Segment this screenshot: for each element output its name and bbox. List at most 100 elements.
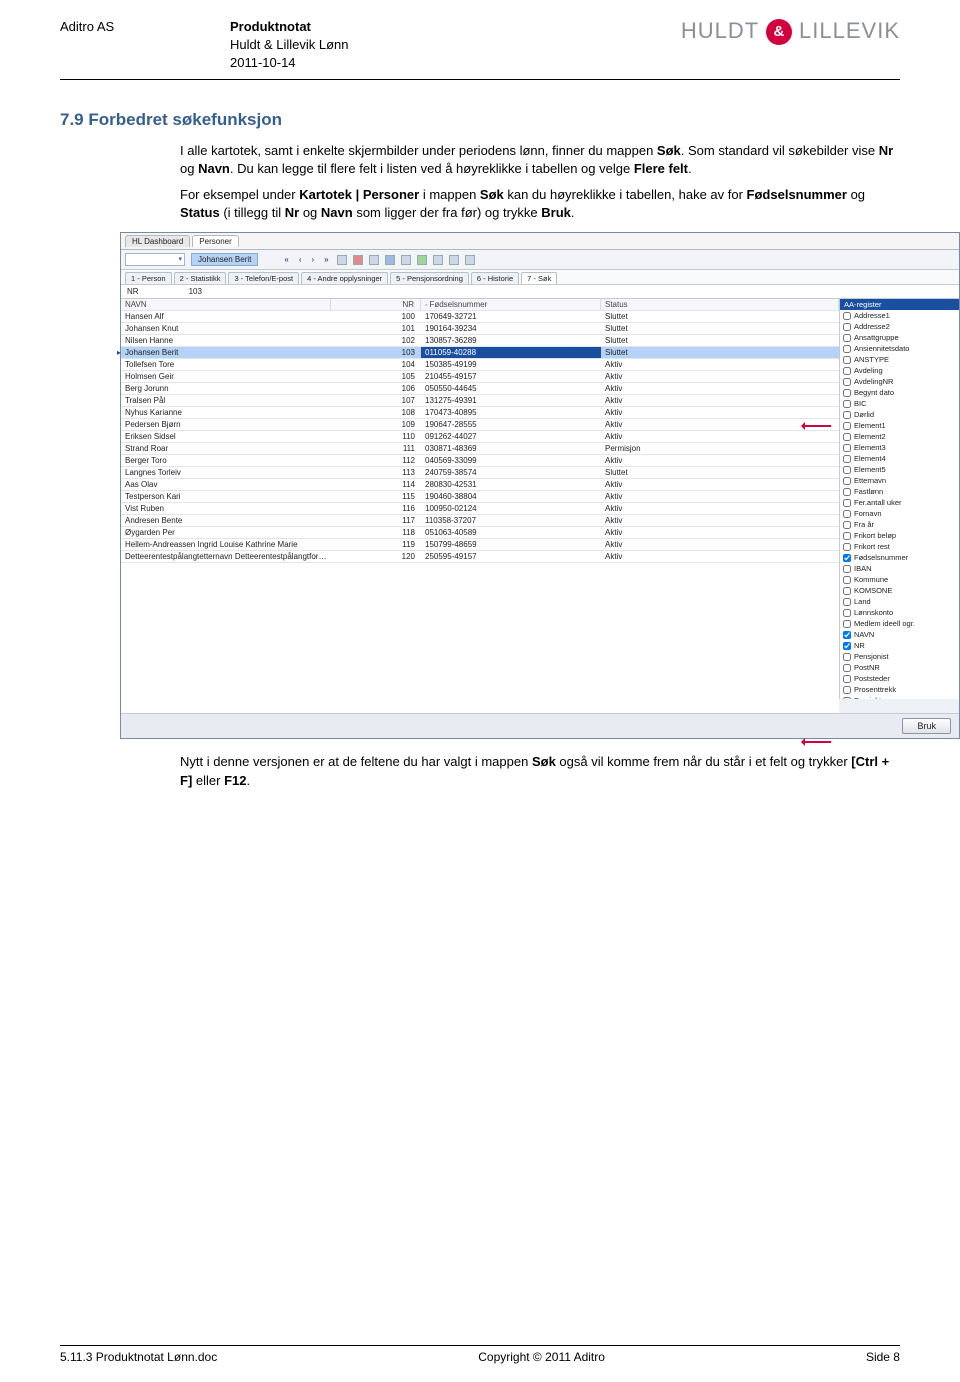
sub-tab[interactable]: 1 - Person: [125, 272, 172, 284]
nav-first-icon[interactable]: «: [282, 255, 290, 264]
toolbar-selected-name[interactable]: Johansen Berit: [191, 253, 258, 266]
toolbar-icon-7[interactable]: [433, 255, 443, 265]
field-option-checkbox[interactable]: [843, 389, 851, 397]
field-option-checkbox[interactable]: [843, 345, 851, 353]
toolbar-combo[interactable]: [125, 253, 185, 266]
table-row[interactable]: Tollefsen Tore104150385-49199Aktiv: [121, 359, 839, 371]
field-option[interactable]: NR: [840, 640, 959, 651]
toolbar-icon-5[interactable]: [401, 255, 411, 265]
field-option-checkbox[interactable]: [843, 400, 851, 408]
field-option-checkbox[interactable]: [843, 455, 851, 463]
field-option-checkbox[interactable]: [843, 323, 851, 331]
field-option[interactable]: Element4: [840, 453, 959, 464]
field-option-checkbox[interactable]: [843, 499, 851, 507]
field-option-checkbox[interactable]: [843, 422, 851, 430]
field-option-checkbox[interactable]: [843, 543, 851, 551]
table-row[interactable]: Nilsen Hanne102130857-36289Sluttet: [121, 335, 839, 347]
field-option[interactable]: Lønnskonto: [840, 607, 959, 618]
col-nr[interactable]: NR: [331, 299, 421, 310]
field-option-checkbox[interactable]: [843, 433, 851, 441]
field-option-checkbox[interactable]: [843, 532, 851, 540]
field-option[interactable]: Ansattgruppe: [840, 332, 959, 343]
table-row[interactable]: Holmsen Geir105210455-49157Aktiv: [121, 371, 839, 383]
table-row[interactable]: Detteerentestpålangtetternavn Detteerent…: [121, 551, 839, 563]
field-option[interactable]: Element5: [840, 464, 959, 475]
field-option[interactable]: AvdelingNR: [840, 376, 959, 387]
field-option[interactable]: Begynt dato: [840, 387, 959, 398]
field-option-checkbox[interactable]: [843, 488, 851, 496]
field-option[interactable]: Fødselsnummer: [840, 552, 959, 563]
table-row[interactable]: Strand Roar111030871-48369Permisjon: [121, 443, 839, 455]
field-option[interactable]: Element3: [840, 442, 959, 453]
sub-tab[interactable]: 4 - Andre opplysninger: [301, 272, 388, 284]
sub-tab[interactable]: 6 - Historie: [471, 272, 519, 284]
field-option[interactable]: Prosenttrekk: [840, 684, 959, 695]
field-option[interactable]: Dørlid: [840, 409, 959, 420]
col-status[interactable]: Status: [601, 299, 839, 310]
field-option-checkbox[interactable]: [843, 510, 851, 518]
field-option[interactable]: Etternavn: [840, 475, 959, 486]
toolbar-icon-8[interactable]: [449, 255, 459, 265]
field-option-checkbox[interactable]: [843, 378, 851, 386]
field-option-checkbox[interactable]: [843, 653, 851, 661]
field-option[interactable]: BIC: [840, 398, 959, 409]
field-option[interactable]: Ansiennitetsdato: [840, 343, 959, 354]
sub-tab[interactable]: 5 - Pensjonsordning: [390, 272, 469, 284]
table-row[interactable]: Øygarden Per118051063-40589Aktiv: [121, 527, 839, 539]
table-row[interactable]: Vist Ruben116100950-02124Aktiv: [121, 503, 839, 515]
table-row[interactable]: Aas Olav114280830-42531Aktiv: [121, 479, 839, 491]
nav-prev-icon[interactable]: ‹: [297, 255, 304, 264]
field-option[interactable]: Fastlønn: [840, 486, 959, 497]
field-option[interactable]: ANSTYPE: [840, 354, 959, 365]
field-option-checkbox[interactable]: [843, 367, 851, 375]
table-row[interactable]: Testperson Kari115190460-38804Aktiv: [121, 491, 839, 503]
field-option[interactable]: Avdeling: [840, 365, 959, 376]
field-option[interactable]: Land: [840, 596, 959, 607]
field-option-checkbox[interactable]: [843, 620, 851, 628]
field-option-checkbox[interactable]: [843, 609, 851, 617]
field-option[interactable]: Frikort beløp: [840, 530, 959, 541]
toolbar-icon-3[interactable]: [369, 255, 379, 265]
nav-next-icon[interactable]: ›: [310, 255, 317, 264]
table-row[interactable]: Nyhus Karianne108170473-40895Aktiv: [121, 407, 839, 419]
field-option[interactable]: Addresse2: [840, 321, 959, 332]
field-option-checkbox[interactable]: [843, 697, 851, 700]
field-option-checkbox[interactable]: [843, 675, 851, 683]
table-row[interactable]: Johansen Knut101190164-39234Sluttet: [121, 323, 839, 335]
field-option[interactable]: KOMSONE: [840, 585, 959, 596]
field-option[interactable]: Pensjonist: [840, 651, 959, 662]
field-option[interactable]: Addresse1: [840, 310, 959, 321]
field-option[interactable]: Fer.antall uker: [840, 497, 959, 508]
field-option-checkbox[interactable]: [843, 631, 851, 639]
field-option[interactable]: Kommune: [840, 574, 959, 585]
field-option-checkbox[interactable]: [843, 334, 851, 342]
bruk-button[interactable]: Bruk: [902, 718, 951, 734]
table-row[interactable]: Eriksen Sidsel110091262-44027Aktiv: [121, 431, 839, 443]
table-row[interactable]: Pedersen Bjørn109190647-28555Aktiv: [121, 419, 839, 431]
sub-tab[interactable]: 2 - Statistikk: [174, 272, 227, 284]
field-option[interactable]: Element2: [840, 431, 959, 442]
field-option-checkbox[interactable]: [843, 587, 851, 595]
field-option[interactable]: Prosjekt: [840, 695, 959, 699]
window-tab[interactable]: HL Dashboard: [125, 235, 190, 247]
field-option-checkbox[interactable]: [843, 554, 851, 562]
window-tab[interactable]: Personer: [192, 235, 238, 247]
sub-tab[interactable]: 3 - Telefon/E-post: [228, 272, 299, 284]
field-option[interactable]: Fornavn: [840, 508, 959, 519]
field-option[interactable]: IBAN: [840, 563, 959, 574]
toolbar-icon-4[interactable]: [385, 255, 395, 265]
table-row[interactable]: Hansen Alf100170649-32721Sluttet: [121, 311, 839, 323]
field-option-checkbox[interactable]: [843, 521, 851, 529]
col-fodselsnummer[interactable]: ◦ Fødselsnummer: [421, 299, 601, 310]
field-option[interactable]: Frikort rest: [840, 541, 959, 552]
nav-last-icon[interactable]: »: [322, 255, 330, 264]
toolbar-icon-1[interactable]: [337, 255, 347, 265]
table-row[interactable]: Hellem-Andreassen Ingrid Louise Kathrine…: [121, 539, 839, 551]
table-row[interactable]: Tralsen Pål107131275-49391Aktiv: [121, 395, 839, 407]
field-option[interactable]: Fra år: [840, 519, 959, 530]
field-option-checkbox[interactable]: [843, 477, 851, 485]
field-option-checkbox[interactable]: [843, 356, 851, 364]
sub-tab[interactable]: 7 - Søk: [521, 272, 557, 284]
field-option-checkbox[interactable]: [843, 444, 851, 452]
field-option-checkbox[interactable]: [843, 664, 851, 672]
